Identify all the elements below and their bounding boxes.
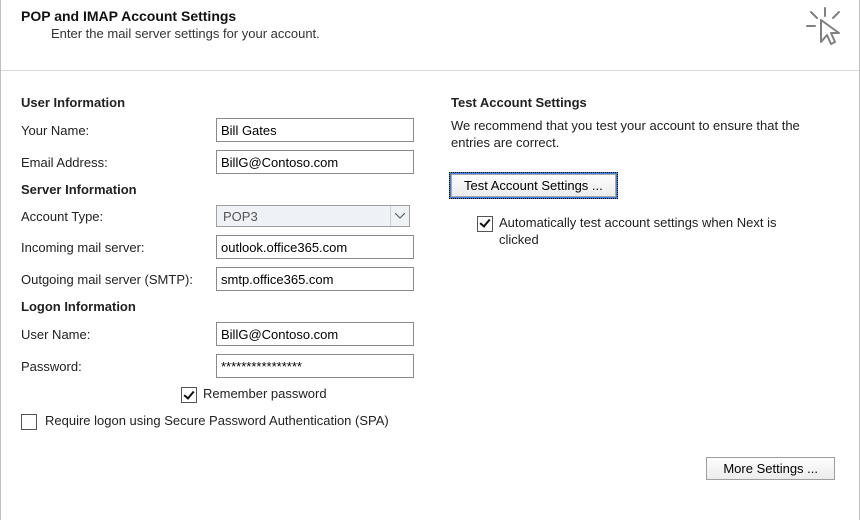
outgoing-server-input[interactable] <box>216 267 414 291</box>
remember-password-label: Remember password <box>203 386 327 401</box>
remember-password-checkbox[interactable] <box>181 387 197 403</box>
logon-info-heading: Logon Information <box>21 299 451 314</box>
test-button-label: Test Account Settings ... <box>464 178 603 193</box>
your-name-label: Your Name: <box>21 123 216 138</box>
username-label: User Name: <box>21 327 216 342</box>
test-description: We recommend that you test your account … <box>451 118 811 152</box>
password-label: Password: <box>21 359 216 374</box>
outgoing-server-label: Outgoing mail server (SMTP): <box>21 272 216 287</box>
auto-test-checkbox[interactable] <box>477 216 493 232</box>
incoming-server-input[interactable] <box>216 235 414 259</box>
account-settings-dialog: POP and IMAP Account Settings Enter the … <box>0 0 860 520</box>
more-settings-button[interactable]: More Settings ... <box>706 457 835 480</box>
remember-password-row[interactable]: Remember password <box>181 386 451 403</box>
dialog-title: POP and IMAP Account Settings <box>21 8 839 24</box>
dialog-header: POP and IMAP Account Settings Enter the … <box>1 0 859 71</box>
left-column: User Information Your Name: Email Addres… <box>21 91 451 430</box>
email-address-label: Email Address: <box>21 155 216 170</box>
password-input[interactable] <box>216 354 414 378</box>
account-type-select[interactable]: POP3 <box>216 205 410 227</box>
spa-row[interactable]: Require logon using Secure Password Auth… <box>21 413 451 430</box>
cursor-click-icon <box>805 6 845 46</box>
right-column: Test Account Settings We recommend that … <box>451 91 839 430</box>
email-address-input[interactable] <box>216 150 414 174</box>
account-type-value: POP3 <box>217 209 390 224</box>
chevron-down-icon <box>390 206 409 226</box>
your-name-input[interactable] <box>216 118 414 142</box>
auto-test-row[interactable]: Automatically test account settings when… <box>477 215 797 249</box>
spa-label: Require logon using Secure Password Auth… <box>45 413 389 428</box>
user-info-heading: User Information <box>21 95 451 110</box>
auto-test-label: Automatically test account settings when… <box>499 215 797 249</box>
username-input[interactable] <box>216 322 414 346</box>
test-account-settings-button[interactable]: Test Account Settings ... <box>451 174 616 197</box>
more-settings-label: More Settings ... <box>723 461 818 476</box>
account-type-label: Account Type: <box>21 209 216 224</box>
server-info-heading: Server Information <box>21 182 451 197</box>
spa-checkbox[interactable] <box>21 414 37 430</box>
incoming-server-label: Incoming mail server: <box>21 240 216 255</box>
dialog-subtitle: Enter the mail server settings for your … <box>51 26 839 41</box>
test-heading: Test Account Settings <box>451 95 839 110</box>
